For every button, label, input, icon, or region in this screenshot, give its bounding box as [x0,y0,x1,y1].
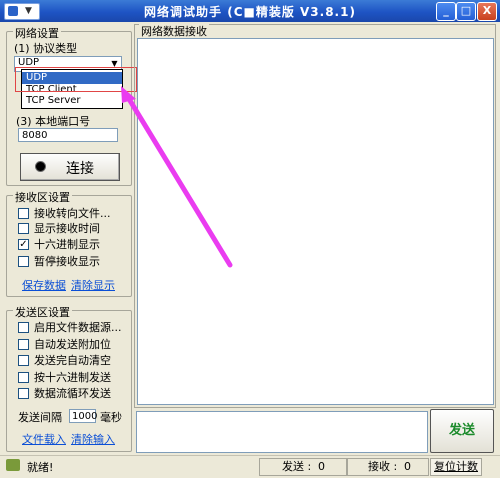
status-bar: 就绪! 发送 : 0 接收 : 0 复位计数 [0,455,500,478]
recv-label: 接收 : [368,460,398,473]
sent-value: 0 [318,460,325,473]
reset-count-button[interactable]: 复位计数 [430,458,482,476]
sent-counter: 发送 : 0 [259,458,347,476]
arrow-head [121,86,136,103]
status-ready: 就绪! [27,461,54,474]
recv-counter: 接收 : 0 [347,458,429,476]
arrow-line [123,91,233,268]
annotation-arrow [121,86,233,268]
recv-value: 0 [404,460,411,473]
status-icon [6,459,20,471]
sent-label: 发送 : [282,460,312,473]
